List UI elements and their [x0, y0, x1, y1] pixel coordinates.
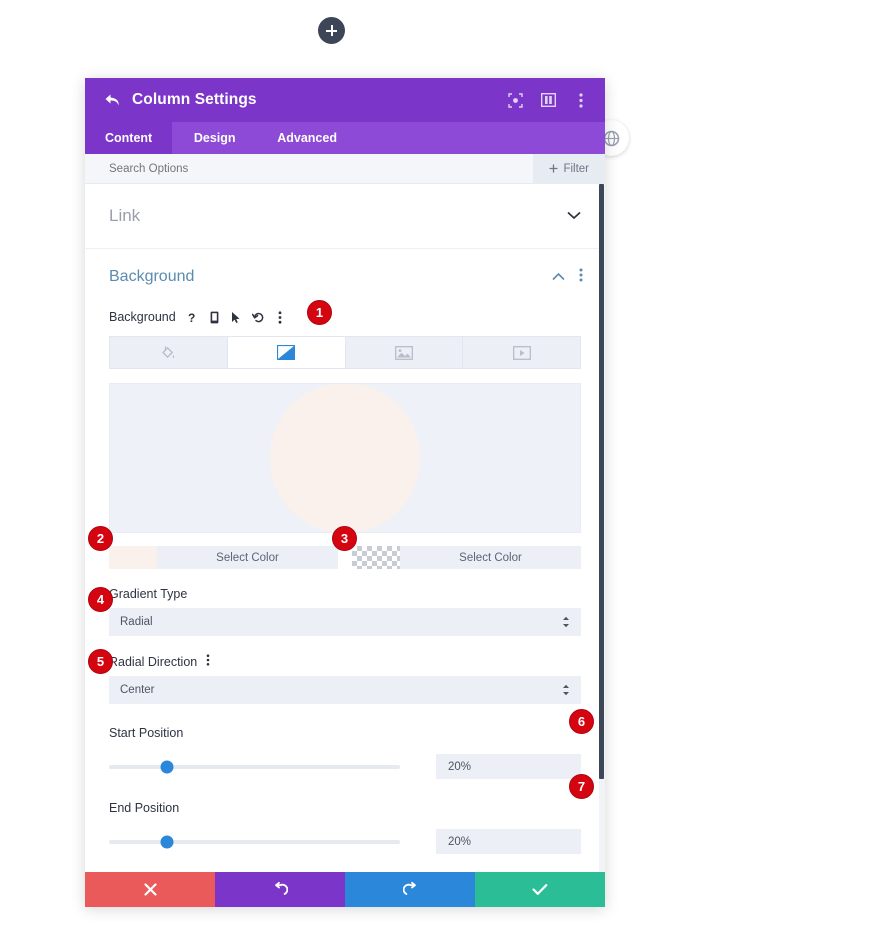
help-icon[interactable]: ?	[186, 311, 199, 324]
modal-title: Column Settings	[132, 91, 257, 108]
screen: Column Settings Content Design Advanced …	[0, 0, 880, 945]
gradient-type-select[interactable]: Radial	[109, 608, 581, 636]
svg-text:?: ?	[188, 311, 195, 324]
focus-icon[interactable]	[507, 92, 523, 108]
modal-header-actions	[507, 92, 589, 108]
background-field: Background ?	[85, 305, 605, 369]
gradient-type-field: Gradient Type Radial	[85, 587, 605, 636]
radial-direction-field: Radial Direction Center	[85, 654, 605, 704]
gradient-start-select-color[interactable]: Select Color	[157, 546, 338, 569]
globe-icon	[603, 130, 619, 146]
background-color-tab[interactable]	[110, 337, 228, 368]
kebab-menu-icon[interactable]	[573, 92, 589, 108]
start-position-row: 20%	[109, 754, 581, 779]
check-icon	[532, 884, 548, 895]
background-gradient-tab[interactable]	[227, 337, 346, 368]
gradient-start-swatch[interactable]	[109, 546, 157, 569]
kebab-menu-icon[interactable]	[274, 310, 287, 324]
background-image-tab[interactable]	[346, 337, 464, 368]
accordion-link-label: Link	[109, 206, 141, 225]
start-position-label: Start Position	[109, 726, 184, 740]
layout-columns-icon[interactable]	[540, 92, 556, 108]
filter-button[interactable]: Filter	[533, 153, 605, 184]
kebab-menu-icon[interactable]	[206, 654, 210, 669]
annotation-badge-1: 1	[307, 300, 332, 325]
add-section-button[interactable]	[318, 17, 345, 44]
annotation-badge-5: 5	[88, 649, 113, 674]
end-position-row: 20%	[109, 829, 581, 854]
annotation-badge-2: 2	[88, 526, 113, 551]
kebab-menu-icon[interactable]	[579, 268, 583, 287]
cursor-icon[interactable]	[230, 311, 243, 324]
gradient-icon	[277, 345, 296, 360]
gradient-type-label-text: Gradient Type	[109, 587, 188, 601]
cancel-button[interactable]	[85, 872, 215, 907]
tab-advanced[interactable]: Advanced	[257, 122, 357, 154]
radial-direction-select[interactable]: Center	[109, 676, 581, 704]
modal-footer	[85, 872, 605, 907]
radial-direction-label-text: Radial Direction	[109, 654, 198, 669]
gradient-end-swatch[interactable]	[352, 546, 400, 569]
annotation-badge-7: 7	[569, 774, 594, 799]
image-icon	[394, 345, 413, 360]
chevron-up-icon[interactable]	[552, 268, 565, 286]
scrollbar-track[interactable]	[599, 184, 605, 872]
section-background-actions	[552, 268, 583, 287]
gradient-preview	[109, 383, 581, 533]
redo-button[interactable]	[345, 872, 475, 907]
radial-direction-value: Center	[120, 684, 155, 696]
undo-button[interactable]	[215, 872, 345, 907]
plus-icon	[549, 164, 558, 173]
chevron-updown-icon	[563, 616, 569, 628]
start-position-slider[interactable]	[109, 760, 400, 773]
chevron-down-icon	[567, 207, 581, 225]
chevron-updown-icon	[563, 684, 569, 696]
close-icon	[143, 883, 157, 896]
gradient-type-label: Gradient Type	[109, 587, 581, 601]
start-position-input[interactable]: 20%	[435, 754, 581, 779]
mobile-icon[interactable]	[208, 311, 221, 324]
scrollbar-thumb[interactable]	[599, 184, 604, 779]
tab-content[interactable]: Content	[85, 122, 173, 154]
section-background-title: Background	[109, 268, 195, 285]
end-position-input[interactable]: 20%	[435, 829, 581, 854]
background-label-icons: ?	[186, 311, 287, 324]
annotation-badge-6: 6	[569, 709, 594, 734]
background-label-row: Background ?	[109, 305, 581, 329]
background-label: Background	[109, 310, 176, 324]
redo-icon	[402, 882, 416, 895]
end-position-label: End Position	[109, 801, 180, 815]
background-type-tabs	[109, 336, 581, 369]
accordion-link[interactable]: Link	[85, 184, 605, 249]
end-position-slider[interactable]	[109, 835, 400, 848]
tab-design[interactable]: Design	[172, 122, 257, 154]
start-position-field: Start Position 20%	[85, 726, 605, 779]
video-icon	[512, 345, 531, 360]
modal-header: Column Settings	[85, 78, 605, 122]
back-arrow-icon[interactable]	[101, 89, 123, 111]
save-button[interactable]	[475, 872, 605, 907]
section-background-header[interactable]: Background	[85, 249, 605, 305]
background-video-tab[interactable]	[463, 337, 580, 368]
undo-icon	[274, 882, 288, 895]
end-position-field: End Position 20%	[85, 801, 605, 854]
plus-icon	[326, 25, 337, 36]
reset-icon[interactable]	[251, 311, 265, 324]
gradient-type-value: Radial	[120, 616, 153, 628]
search-input[interactable]	[109, 162, 534, 175]
gradient-end-select-color[interactable]: Select Color	[400, 546, 581, 569]
paint-bucket-icon	[162, 346, 175, 358]
end-position-slider-thumb[interactable]	[160, 835, 174, 848]
annotation-badge-3: 3	[332, 526, 357, 551]
column-settings-modal: Column Settings Content Design Advanced …	[85, 78, 605, 907]
start-position-slider-thumb[interactable]	[160, 760, 174, 773]
radial-direction-label: Radial Direction	[109, 654, 581, 669]
modal-tabs: Content Design Advanced	[85, 122, 605, 154]
annotation-badge-4: 4	[88, 587, 113, 612]
search-bar: Filter	[85, 153, 605, 184]
filter-label: Filter	[563, 162, 589, 175]
